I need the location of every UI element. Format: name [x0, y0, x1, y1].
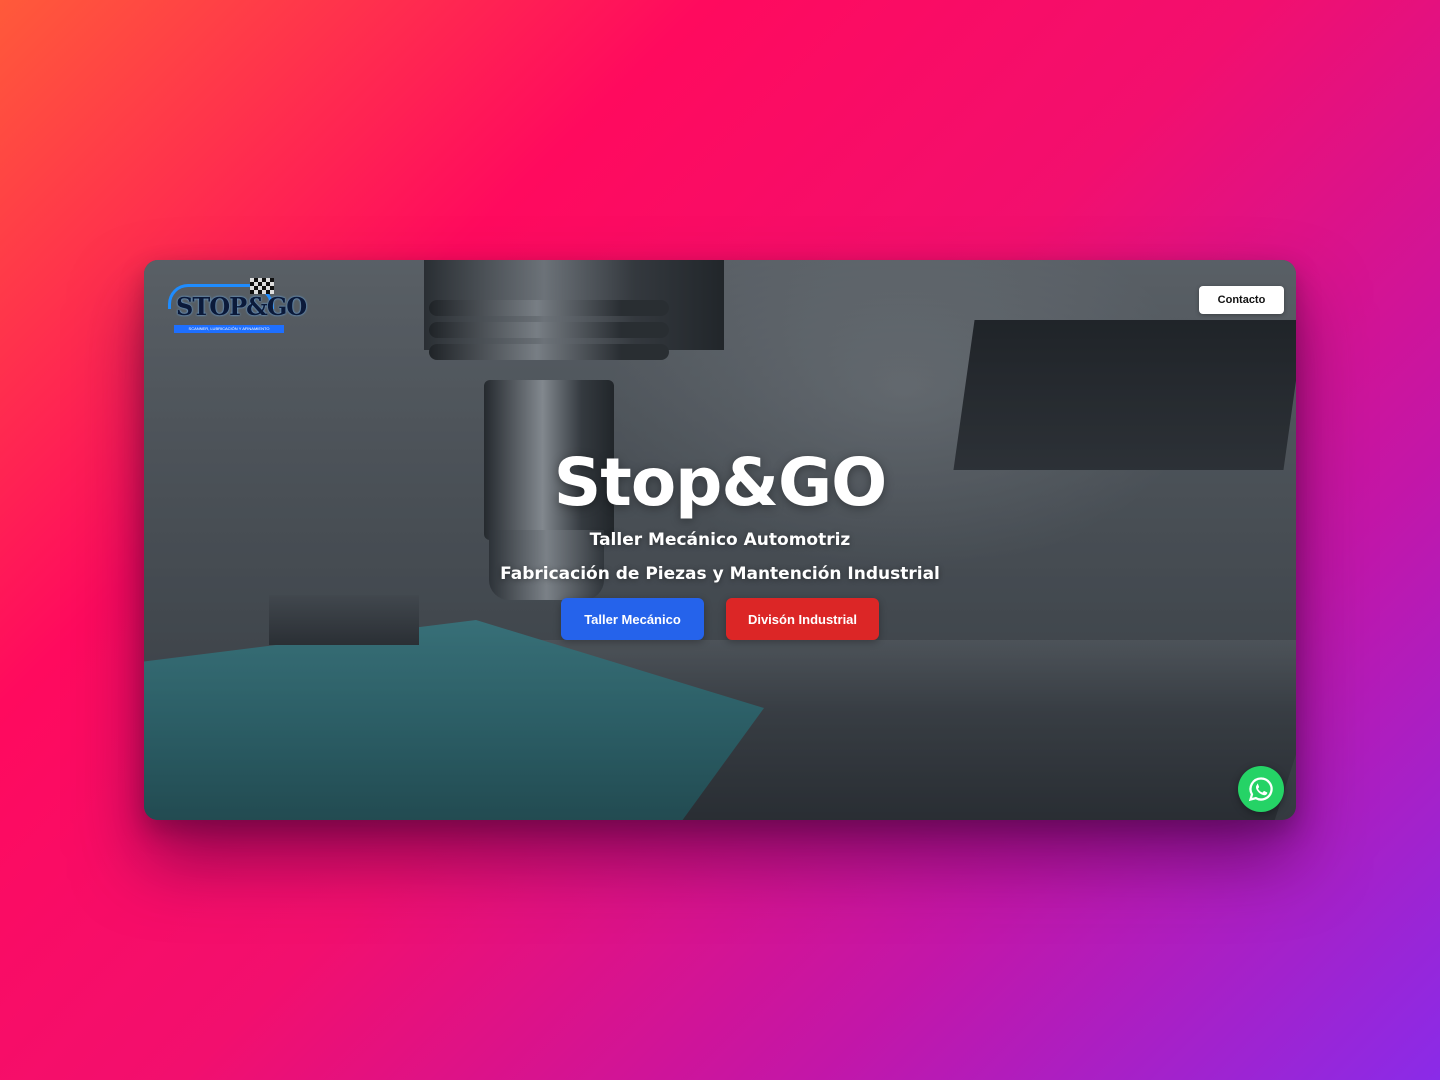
- logo-tagline: SCANNER, LUBRICACIÓN Y AFINAMIENTO: [174, 325, 284, 333]
- hero-title: Stop&GO: [553, 444, 888, 521]
- logo-text: STOP&GO: [176, 292, 307, 321]
- contact-button[interactable]: Contacto: [1199, 286, 1284, 314]
- division-industrial-button[interactable]: Divisón Industrial: [726, 598, 879, 640]
- site-logo[interactable]: STOP&GO SCANNER, LUBRICACIÓN Y AFINAMIEN…: [158, 270, 307, 333]
- hero-subtitle-industrial: Fabricación de Piezas y Mantención Indus…: [500, 564, 940, 584]
- whatsapp-icon: [1248, 777, 1273, 802]
- whatsapp-button[interactable]: [1238, 766, 1284, 812]
- hero-section: Stop&GO Taller Mecánico Automotriz Fabri…: [144, 450, 1296, 640]
- hero-buttons: Taller Mecánico Divisón Industrial: [144, 598, 1296, 640]
- taller-mecanico-button[interactable]: Taller Mecánico: [561, 598, 704, 640]
- hero-subtitle: Taller Mecánico Automotriz: [589, 530, 851, 550]
- browser-window: STOP&GO SCANNER, LUBRICACIÓN Y AFINAMIEN…: [144, 260, 1296, 820]
